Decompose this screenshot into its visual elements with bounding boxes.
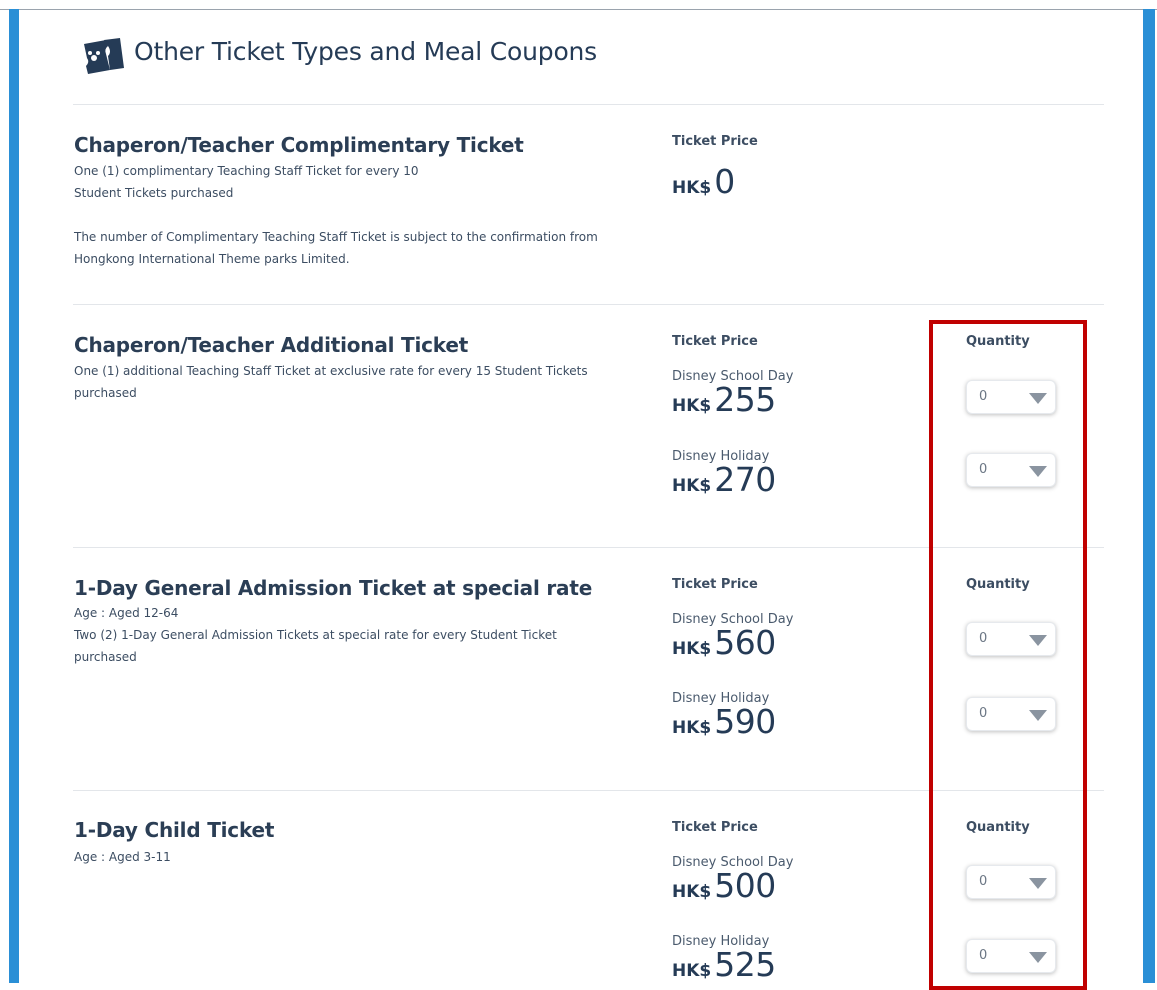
section-title-additional: Chaperon/Teacher Additional Ticket — [74, 333, 469, 357]
section-desc-complimentary: One (1) complimentary Teaching Staff Tic… — [74, 164, 598, 266]
ticket-price-label: Ticket Price — [672, 577, 758, 592]
price-general-school-day: HK$560 — [672, 623, 776, 662]
right-accent-bar — [1143, 9, 1155, 983]
divider — [73, 104, 1104, 105]
section-title-complimentary: Chaperon/Teacher Complimentary Ticket — [74, 133, 524, 157]
page-title: Other Ticket Types and Meal Coupons — [134, 37, 598, 66]
price-general-holiday: HK$590 — [672, 702, 776, 741]
ticket-price-label: Ticket Price — [672, 134, 758, 149]
price-additional-school-day: HK$255 — [672, 380, 776, 419]
price-additional-holiday: HK$270 — [672, 460, 776, 499]
ticket-price-label: Ticket Price — [672, 334, 758, 349]
section-desc-child: Age : Aged 3-11 — [74, 850, 171, 864]
divider — [73, 304, 1104, 305]
top-border — [0, 9, 1157, 10]
section-title-child: 1-Day Child Ticket — [74, 818, 275, 842]
section-title-general-admission: 1-Day General Admission Ticket at specia… — [74, 576, 593, 600]
section-desc-additional: One (1) additional Teaching Staff Ticket… — [74, 364, 588, 400]
quantity-highlight-box — [929, 320, 1087, 990]
section-desc-general-admission: Age : Aged 12-64 Two (2) 1-Day General A… — [74, 606, 557, 664]
price-complimentary: HK$0 — [672, 162, 735, 201]
mickey-ticket-icon — [84, 38, 124, 74]
ticket-price-label: Ticket Price — [672, 820, 758, 835]
left-accent-bar — [9, 9, 19, 983]
price-child-holiday: HK$525 — [672, 945, 776, 984]
price-child-school-day: HK$500 — [672, 866, 776, 905]
